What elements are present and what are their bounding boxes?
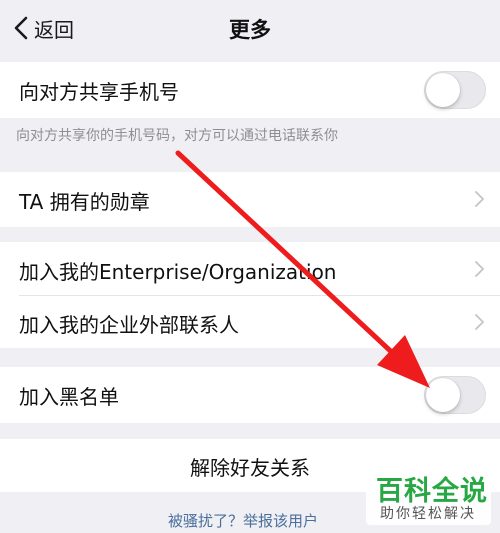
- join-group: 加入我的Enterprise/Organization 加入我的企业外部联系人: [0, 242, 500, 348]
- toggle-knob: [426, 378, 460, 412]
- toggle-knob: [426, 73, 460, 107]
- watermark-logo: 百科全说 助你轻松解决: [366, 465, 491, 525]
- join-external-contacts-label: 加入我的企业外部联系人: [19, 313, 239, 337]
- share-phone-cell: 向对方共享手机号: [0, 62, 500, 118]
- report-user-link[interactable]: 被骚扰了？举报该用户: [168, 510, 318, 531]
- badges-cell[interactable]: TA 拥有的勋章: [0, 172, 500, 227]
- chevron-right-icon: [475, 191, 484, 211]
- navigation-bar: 返回 更多: [0, 0, 500, 55]
- page-title: 更多: [229, 18, 271, 42]
- blacklist-toggle[interactable]: [424, 376, 486, 414]
- chevron-right-icon: [475, 314, 484, 334]
- join-external-contacts-cell[interactable]: 加入我的企业外部联系人: [0, 296, 500, 348]
- blacklist-cell: 加入黑名单: [0, 367, 500, 423]
- badges-label: TA 拥有的勋章: [19, 190, 150, 214]
- share-phone-label: 向对方共享手机号: [19, 80, 179, 104]
- join-enterprise-cell[interactable]: 加入我的Enterprise/Organization: [0, 242, 500, 295]
- join-enterprise-label: 加入我的Enterprise/Organization: [19, 260, 337, 284]
- watermark-subtitle: 助你轻松解决: [380, 506, 476, 522]
- share-phone-hint: 向对方共享你的手机号码，对方可以通过电话联系你: [16, 128, 338, 144]
- share-phone-toggle[interactable]: [424, 71, 486, 109]
- chevron-right-icon: [475, 261, 484, 281]
- blacklist-label: 加入黑名单: [19, 385, 119, 409]
